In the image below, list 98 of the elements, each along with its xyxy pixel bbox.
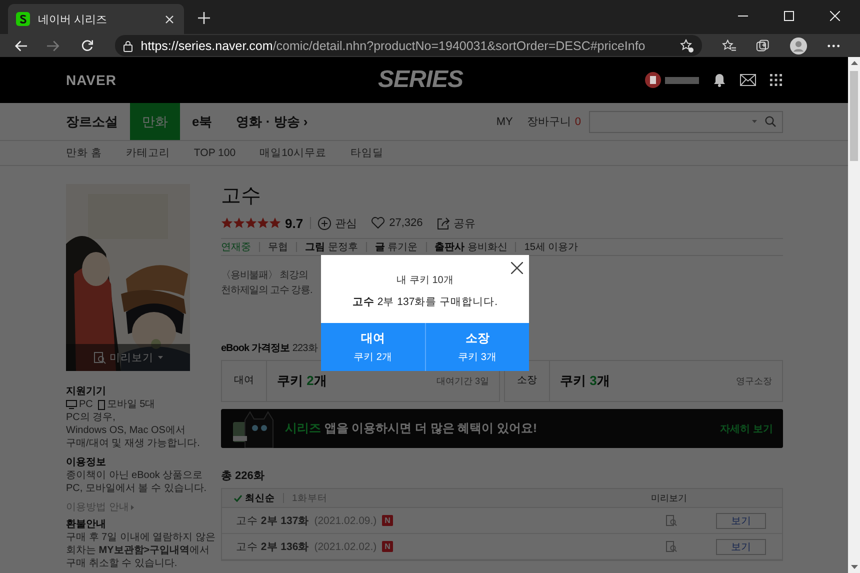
device-label: 모바일 5대 (106, 398, 156, 411)
device-note: PC의 경우, Windows OS, Mac OS에서 구매/대여 및 재생 가능합니다. (66, 411, 200, 450)
price-value: 쿠키 2개 (277, 372, 328, 390)
favorites-icon[interactable] (722, 38, 736, 52)
check-icon (234, 494, 242, 502)
genre-label: 무협 (268, 241, 288, 254)
browser-tab[interactable]: 네이버 시리즈 (8, 4, 184, 34)
usage-note: 종이책이 아닌 eBook 상품으로 PC, 모바일에서 볼 수 있습니다. (66, 469, 207, 495)
user-avatar-icon[interactable] (645, 72, 661, 88)
close-icon[interactable] (511, 262, 523, 274)
profile-avatar-icon[interactable] (790, 36, 807, 54)
search-field[interactable] (589, 110, 783, 132)
info-heading: 환불안내 (66, 518, 106, 531)
purchase-message: 고수 2부 137화를 구매합니다. (352, 295, 498, 309)
price-info-note: 223화 (292, 342, 318, 355)
cart-link[interactable]: 장바구니 (526, 114, 571, 129)
more-icon[interactable] (826, 44, 840, 48)
view-button[interactable]: 보기 (716, 512, 766, 528)
star-icon (233, 217, 245, 229)
subnav-link[interactable]: 매일10시무료 (260, 146, 326, 160)
forward-icon[interactable] (47, 40, 60, 52)
details-link[interactable]: 자세히 보기 (720, 422, 773, 436)
credit-label: 그림 문정후 (305, 241, 358, 254)
new-badge: N (382, 541, 394, 552)
cookie-balance: 내 쿠키 10개 (396, 274, 454, 287)
close-tab-icon[interactable] (165, 14, 174, 24)
search-icon[interactable] (765, 116, 776, 127)
preview-icon (94, 352, 106, 364)
banner-text: 시리즈 앱을 이용하시면 더 많은 혜택이 있어요! (285, 420, 538, 437)
sort-option[interactable]: 최신순 (234, 492, 275, 504)
site-favicon-icon (16, 12, 30, 26)
column-header: 미리보기 (651, 492, 687, 504)
view-button[interactable]: 보기 (716, 538, 766, 554)
info-heading: 지원기기 (66, 385, 106, 398)
device-label: PC (79, 398, 93, 411)
new-tab-icon[interactable] (198, 12, 210, 24)
share-icon[interactable] (436, 216, 450, 230)
scrollbar-thumb[interactable] (850, 71, 858, 161)
genre-label: 15세 이용가 (524, 241, 578, 254)
mail-icon[interactable] (740, 74, 756, 86)
episode-total: 총 226화 (221, 469, 266, 483)
my-link[interactable]: MY (496, 116, 513, 128)
credit-label: 글 류기운 (374, 241, 418, 254)
apps-grid-icon[interactable] (770, 74, 782, 86)
purchase-option-button[interactable]: 소장 쿠키 3개 (426, 323, 529, 371)
series-logo[interactable]: SERIES (378, 66, 464, 94)
blurred-username (665, 76, 699, 84)
add-favorite-icon[interactable] (680, 38, 694, 52)
price-period: 영구소장 (736, 374, 772, 388)
star-icon (245, 217, 257, 229)
caret-icon (158, 356, 162, 359)
comic-title: 고수 (221, 184, 262, 208)
app-banner[interactable]: 시리즈 앱을 이용하시면 더 많은 혜택이 있어요! 자세히 보기 (221, 409, 783, 448)
new-badge: N (382, 515, 394, 526)
refresh-icon[interactable] (80, 39, 93, 52)
lock-icon (122, 40, 133, 52)
rating-score: 9.7 (285, 216, 304, 230)
share-link[interactable]: 공유 (454, 216, 476, 230)
scroll-down-icon[interactable] (850, 565, 858, 569)
plus-circle-icon[interactable] (318, 216, 332, 230)
address-bar[interactable]: https://series.naver.com/comic/detail.nhn?productNo=1940031&sortOrder=DESC#priceInfo (114, 35, 702, 56)
category-tab[interactable]: 영화 · 방송 › (224, 103, 320, 140)
purchase-option-button[interactable]: 대여 쿠키 2개 (321, 323, 424, 371)
price-type: 대여 (222, 361, 267, 401)
info-heading: 이용정보 (66, 456, 106, 469)
bell-icon[interactable] (713, 73, 726, 87)
episode-title[interactable]: 고수 2부 137화 (236, 514, 310, 528)
description: 〈용비불패〉 최강의 천하제일의 고수 강룡. (221, 269, 312, 298)
price-value: 쿠키 3개 (560, 372, 611, 390)
star-icon (257, 217, 269, 229)
naver-logo[interactable]: NAVER (66, 72, 116, 88)
scroll-up-icon[interactable] (850, 61, 858, 65)
star-icon (269, 217, 281, 229)
subnav-link[interactable]: 만화 홈 (66, 146, 102, 160)
like-count: 27,326 (389, 217, 423, 229)
price-period: 대여기간 3일 (436, 374, 489, 388)
back-icon[interactable] (14, 40, 28, 52)
category-tab[interactable]: e북 (180, 103, 224, 140)
cart-count: 0 (574, 116, 581, 128)
interest-link[interactable]: 관심 (335, 216, 358, 230)
subnav-link[interactable]: TOP 100 (194, 147, 236, 159)
refund-note: 구매 후 7일 이내에 열람하지 않은 회차는 MY보관함>구입내역에서 구매 취소할 수 있습니다. (66, 531, 216, 570)
phone-icon (98, 400, 105, 410)
price-info-heading: eBook 가격정보 (221, 342, 290, 355)
category-tab[interactable]: 만화 (130, 103, 180, 140)
heart-icon[interactable] (371, 217, 386, 229)
star-icon (221, 217, 233, 229)
monitor-icon (66, 400, 77, 409)
caret-icon (130, 505, 134, 510)
status-label: 연재중 (221, 241, 251, 254)
episode-title[interactable]: 고수 2부 136화 (236, 540, 310, 554)
scrollbar[interactable] (848, 57, 860, 573)
subnav-link[interactable]: 카테고리 (126, 146, 170, 160)
credit-label: 출판사 용비화신 (434, 241, 508, 254)
maximize-icon[interactable] (784, 11, 794, 21)
category-tab[interactable]: 장르소설 (66, 103, 130, 140)
subnav-link[interactable]: 타임딜 (350, 146, 384, 160)
collections-icon[interactable] (756, 38, 770, 52)
